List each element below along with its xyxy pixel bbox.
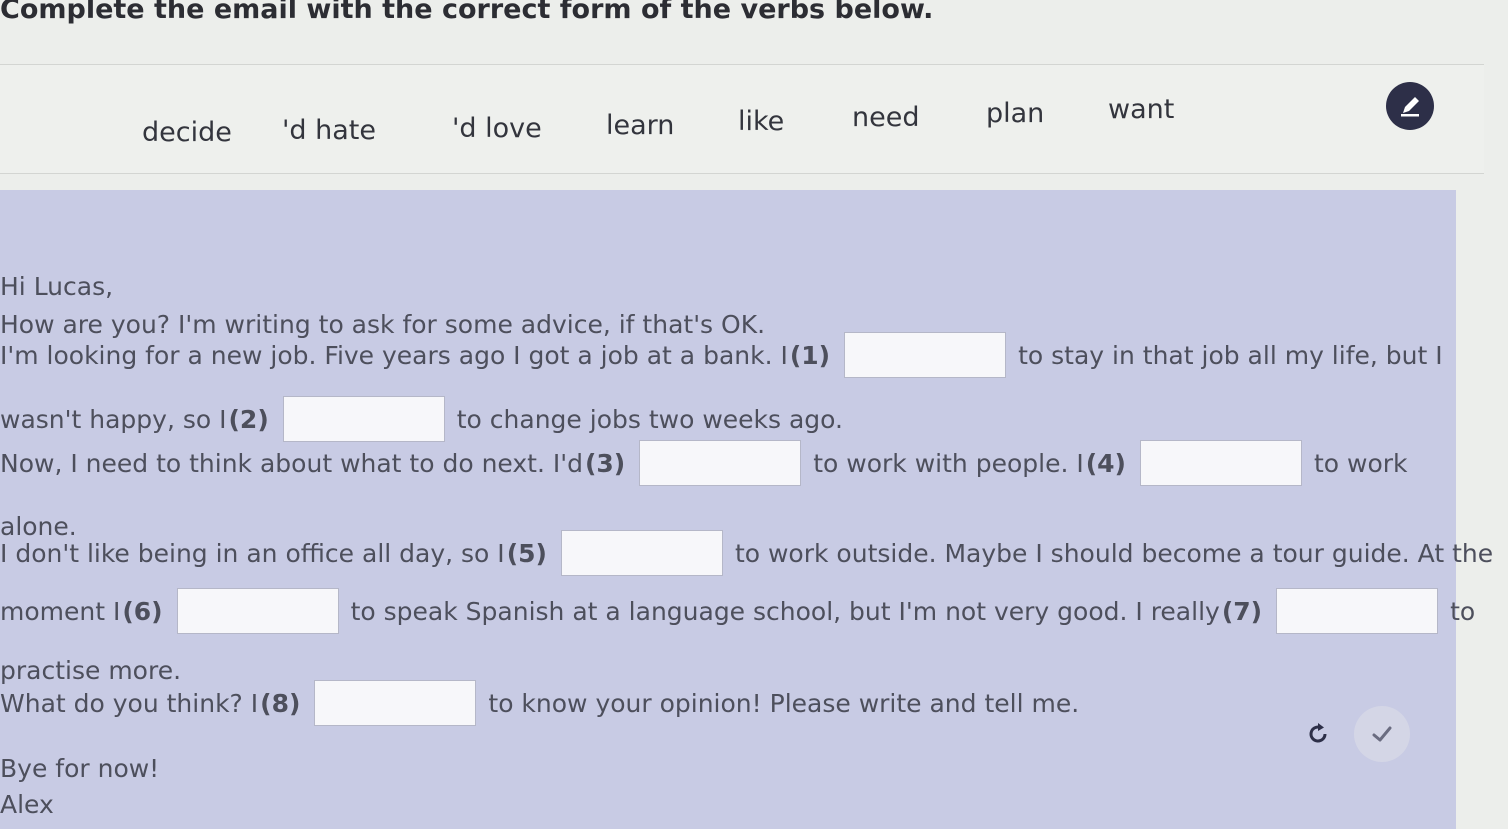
check-button[interactable] [1354,706,1410,762]
email-text: to stay in that job all my life, but I [1018,340,1443,370]
answer-box-4[interactable] [1139,440,1302,486]
email-line: I don't like being in an office all day,… [0,530,1493,576]
email-text: to change jobs two weeks ago. [456,404,843,434]
word-bank-item: 'd love [452,113,542,144]
email-text: to work with people. I [813,448,1084,478]
email-line: Now, I need to think about what to do ne… [0,440,1408,486]
gap-number: (4) [1085,448,1126,478]
email-text: moment I [0,596,121,626]
check-icon [1372,726,1392,742]
answer-box-5[interactable] [560,530,723,576]
email-text: to work outside. Maybe I should become a… [734,538,1494,568]
email-greeting: Hi Lucas, [0,272,114,301]
gap-number: (2) [228,404,269,434]
reset-icon [1309,723,1327,743]
email-text: What do you think? I [0,688,259,718]
email-line: What do you think? I (8) to know your op… [0,680,1079,726]
word-bank-item: 'd hate [282,115,376,146]
reset-button[interactable] [1290,706,1346,762]
pencil-icon [1401,97,1419,117]
word-bank-item: need [852,102,920,133]
gap-number: (7) [1221,596,1263,626]
email-line: moment I (6) to speak Spanish at a langu… [0,588,1475,634]
email-line: I'm looking for a new job. Five years ag… [0,332,1443,378]
gap-number: (3) [584,448,626,478]
email-text: to speak Spanish at a language school, b… [350,596,1220,626]
answer-box-6[interactable] [176,588,339,634]
answer-box-1[interactable] [844,332,1007,378]
email-text: I don't like being in an office all day,… [0,538,505,568]
instruction-heading: Complete the email with the correct form… [0,0,934,25]
email-panel: Hi Lucas, How are you? I'm writing to as… [0,190,1493,829]
email-line: Bye for now! [0,754,160,783]
word-bank-item: want [1108,94,1175,125]
gap-number: (8) [260,688,301,718]
gap-number: (5) [506,538,547,568]
answer-box-2[interactable] [282,396,445,442]
email-signature: Alex [0,790,54,819]
answer-box-3[interactable] [639,440,802,486]
answer-box-7[interactable] [1276,588,1439,634]
edit-button[interactable] [1386,82,1434,130]
answer-box-8[interactable] [314,680,477,726]
word-bank: decide 'd hate 'd love learn like need p… [0,64,1484,174]
word-bank-item: learn [606,110,675,141]
email-text: wasn't happy, so I [0,404,227,434]
email-text: to know your opinion! Please write and t… [488,688,1080,718]
gap-number: (1) [789,340,831,370]
email-text: to [1450,596,1476,626]
word-bank-item: plan [986,98,1045,129]
gap-number: (6) [122,596,163,626]
word-bank-item: decide [142,117,232,148]
email-text: Now, I need to think about what to do ne… [0,448,583,478]
email-text: to work [1313,448,1408,478]
email-text: I'm looking for a new job. Five years ag… [0,340,788,370]
word-bank-item: like [738,106,785,137]
email-line: wasn't happy, so I (2) to change jobs tw… [0,396,843,442]
